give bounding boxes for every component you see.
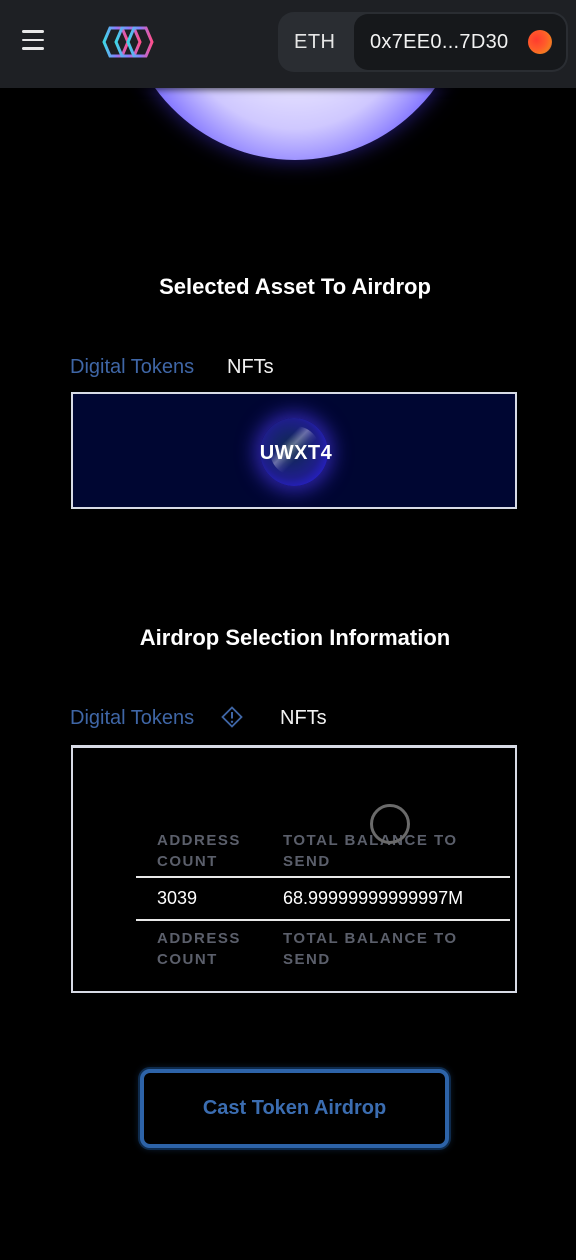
info-section-title: Airdrop Selection Information — [139, 625, 451, 650]
table-divider — [136, 919, 510, 921]
table-cell-address-count: 3039 — [157, 888, 198, 908]
network-label[interactable]: ETH — [294, 31, 336, 54]
table-header-address-count: ADDRESS COUNT — [157, 832, 241, 870]
table-cell-total-balance: 68.99999999999997M — [283, 888, 464, 908]
asset-section-title: Selected Asset To Airdrop — [159, 274, 431, 299]
table-footer-total-balance: TOTAL BALANCE TO SEND — [283, 930, 458, 968]
hamburger-menu-icon[interactable] — [22, 30, 46, 54]
table-divider — [136, 876, 510, 878]
cast-button-label: Cast Token Airdrop — [202, 1097, 387, 1119]
selected-token-symbol: UWXT4 — [259, 442, 333, 464]
table-footer-address-count: ADDRESS COUNT — [157, 930, 241, 968]
tab-nfts-info[interactable]: NFTs — [280, 707, 327, 730]
warning-diamond-icon[interactable] — [221, 706, 243, 728]
airdrop-info-table: ADDRESS COUNT TOTAL BALANCE TO SEND 3039… — [71, 745, 517, 993]
cast-token-airdrop-button[interactable]: Cast Token Airdrop — [140, 1069, 449, 1148]
loading-spinner-icon — [370, 804, 410, 844]
network-wallet-pill[interactable]: ETH 0x7EE0...7D30 — [278, 12, 568, 72]
tab-nfts[interactable]: NFTs — [227, 356, 274, 379]
app-logo-icon[interactable] — [98, 22, 158, 62]
top-bar: ETH 0x7EE0...7D30 — [0, 0, 576, 88]
wallet-avatar-icon — [528, 30, 552, 54]
tab-digital-tokens[interactable]: Digital Tokens — [70, 356, 194, 379]
tab-digital-tokens-info[interactable]: Digital Tokens — [70, 707, 194, 730]
wallet-address: 0x7EE0...7D30 — [370, 30, 509, 53]
wallet-address-button[interactable]: 0x7EE0...7D30 — [354, 14, 566, 70]
selected-asset-card[interactable]: UWXT4 — [71, 392, 517, 509]
